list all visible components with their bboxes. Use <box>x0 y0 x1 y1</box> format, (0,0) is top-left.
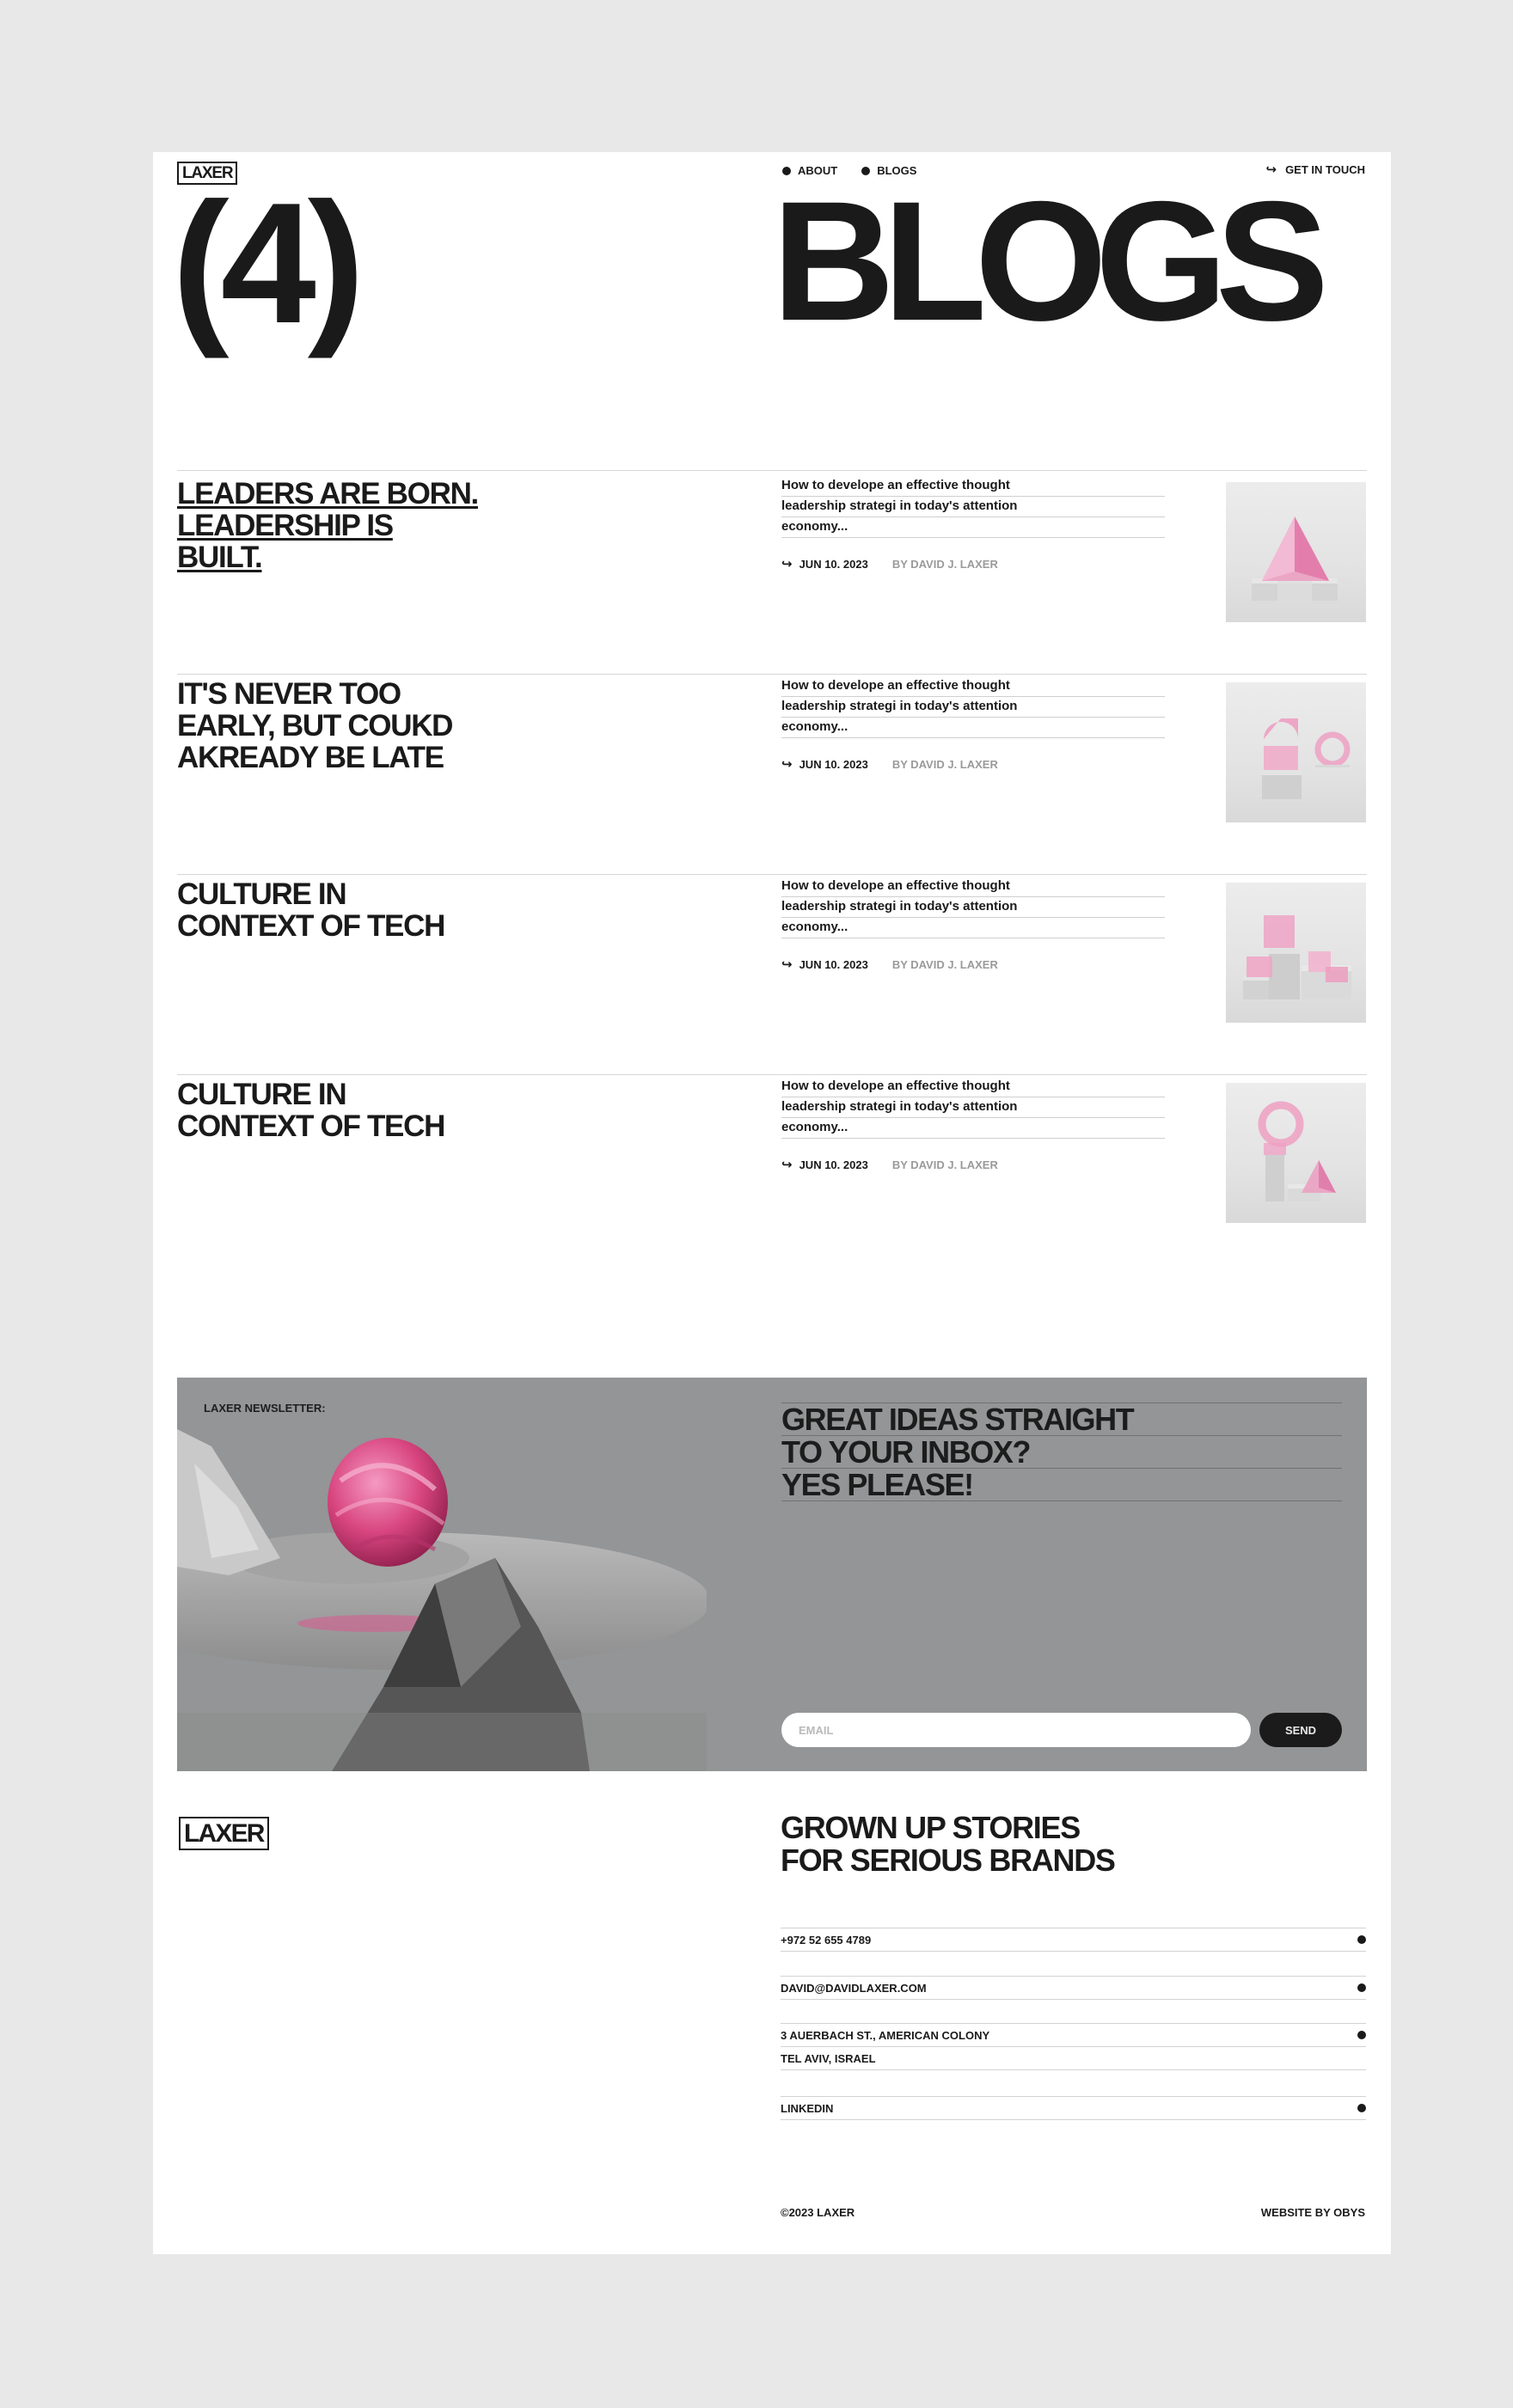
address-line-2: TEL AVIV, ISRAEL <box>781 2051 876 2065</box>
thumb-art <box>1252 516 1338 601</box>
row-divider <box>177 874 1367 875</box>
pink-glass-shapes-stack-image[interactable] <box>1226 682 1366 822</box>
excerpt-line: economy... <box>781 918 1165 938</box>
blog-meta-2: ↪ JUN 10. 2023 BY DAVID J. LAXER <box>781 758 998 771</box>
website-credit-link[interactable]: WEBSITE BY OBYS <box>1261 2206 1365 2219</box>
blog-date: ↪ JUN 10. 2023 <box>781 958 868 971</box>
excerpt-line: economy... <box>781 718 1165 738</box>
blog-title-line: CULTURE IN <box>177 877 347 911</box>
contact-line: LINKEDIN <box>781 2097 1366 2119</box>
contact-line: 3 AUERBACH ST., AMERICAN COLONY <box>781 2024 1366 2046</box>
address-line-1: 3 AUERBACH ST., AMERICAN COLONY <box>781 2028 990 2042</box>
blog-title-line: IT'S NEVER TOO <box>177 677 401 711</box>
blog-date: ↪ JUN 10. 2023 <box>781 558 868 571</box>
pink-glass-ring-tower-image[interactable] <box>1226 1083 1366 1223</box>
thumb-art <box>1243 915 1351 999</box>
blog-title-1[interactable]: LEADERS ARE BORN. LEADERSHIP IS BUILT. <box>177 477 479 574</box>
blog-excerpt-4: How to develope an effective thought lea… <box>781 1077 1165 1139</box>
blog-excerpt-1: How to develope an effective thought lea… <box>781 476 1165 538</box>
blog-meta-4: ↪ JUN 10. 2023 BY DAVID J. LAXER <box>781 1158 998 1171</box>
return-arrow-icon: ↪ <box>781 957 793 972</box>
newsletter-send-button[interactable]: SEND <box>1259 1713 1342 1747</box>
contact-phone[interactable]: +972 52 655 4789 <box>781 1928 1366 1952</box>
blog-meta-3: ↪ JUN 10. 2023 BY DAVID J. LAXER <box>781 958 998 971</box>
contact-line: TEL AVIV, ISRAEL <box>781 2046 1366 2069</box>
bullet-icon <box>1357 2031 1366 2039</box>
newsletter-label: LAXER NEWSLETTER: <box>204 1402 326 1415</box>
footer-logo[interactable]: LAXER <box>179 1817 269 1850</box>
contact-linkedin[interactable]: LINKEDIN <box>781 2096 1366 2120</box>
row-divider <box>177 470 1367 471</box>
newsletter-art <box>177 1429 710 1771</box>
footer-title: GROWN UP STORIES FOR SERIOUS BRANDS <box>781 1810 1116 1878</box>
blog-title-line: EARLY, BUT COUKD <box>177 709 453 743</box>
bullet-icon <box>1357 2104 1366 2112</box>
headline-line: TO YOUR INBOX? <box>781 1435 1342 1468</box>
footer-title-line: GROWN UP STORIES <box>781 1810 1081 1845</box>
blog-title-line: LEADERS ARE BORN. <box>177 477 479 510</box>
blog-date: ↪ JUN 10. 2023 <box>781 758 868 771</box>
blog-excerpt-3: How to develope an effective thought lea… <box>781 877 1165 938</box>
excerpt-line: How to develope an effective thought <box>781 476 1165 497</box>
page-title: BLOGS <box>772 166 1329 356</box>
return-arrow-icon: ↪ <box>781 557 793 571</box>
blog-author: BY DAVID J. LAXER <box>891 1158 998 1171</box>
blog-date-text: JUN 10. 2023 <box>799 1158 868 1171</box>
newsletter-section: LAXER NEWSLETTER: GREAT IDEAS STRAIGHT T… <box>177 1378 1367 1771</box>
blog-title-4[interactable]: CULTURE IN CONTEXT OF TECH <box>177 1078 445 1143</box>
linkedin-text: LINKEDIN <box>781 2101 834 2115</box>
blog-date-text: JUN 10. 2023 <box>799 958 868 971</box>
excerpt-line: leadership strategi in today's attention <box>781 1097 1165 1118</box>
footer-title-line: FOR SERIOUS BRANDS <box>781 1843 1116 1878</box>
page-frame: LAXER ABOUT BLOGS ↪ GET IN TOUCH (4) BLO… <box>153 152 1391 2254</box>
excerpt-line: economy... <box>781 1118 1165 1139</box>
contact-line: DAVID@DAVIDLAXER.COM <box>781 1977 1366 1999</box>
excerpt-line: leadership strategi in today's attention <box>781 897 1165 918</box>
bullet-icon <box>1357 1935 1366 1944</box>
copyright: ©2023 LAXER <box>781 2206 855 2219</box>
phone-text: +972 52 655 4789 <box>781 1933 872 1947</box>
thumb-art <box>1262 718 1351 799</box>
row-divider <box>177 1074 1367 1075</box>
blog-title-line: LEADERSHIP IS <box>177 509 394 542</box>
headline-line: YES PLEASE! <box>781 1468 1342 1501</box>
excerpt-line: leadership strategi in today's attention <box>781 497 1165 517</box>
excerpt-line: economy... <box>781 517 1165 538</box>
blog-author: BY DAVID J. LAXER <box>891 758 998 771</box>
row-divider <box>177 674 1367 675</box>
blog-author: BY DAVID J. LAXER <box>891 958 998 971</box>
blog-date: ↪ JUN 10. 2023 <box>781 1158 868 1171</box>
blog-excerpt-2: How to develope an effective thought lea… <box>781 676 1165 738</box>
contact-email[interactable]: DAVID@DAVIDLAXER.COM <box>781 1976 1366 2000</box>
pink-glass-cubes-image[interactable] <box>1226 883 1366 1023</box>
pink-glass-pyramid-image[interactable] <box>1226 482 1366 622</box>
blog-date-text: JUN 10. 2023 <box>799 758 868 771</box>
newsletter-email-input[interactable] <box>781 1713 1251 1747</box>
blog-count: (4) <box>172 168 364 359</box>
newsletter-headline: GREAT IDEAS STRAIGHT TO YOUR INBOX? YES … <box>781 1403 1342 1501</box>
blog-title-line: AKREADY BE LATE <box>177 741 444 774</box>
bullet-icon <box>1357 1983 1366 1992</box>
blog-title-3[interactable]: CULTURE IN CONTEXT OF TECH <box>177 877 445 943</box>
contact-line: +972 52 655 4789 <box>781 1928 1366 1951</box>
blog-title-line: CULTURE IN <box>177 1078 347 1111</box>
blog-meta-1: ↪ JUN 10. 2023 BY DAVID J. LAXER <box>781 558 998 571</box>
blog-author: BY DAVID J. LAXER <box>891 558 998 571</box>
headline-line: GREAT IDEAS STRAIGHT <box>781 1403 1342 1435</box>
return-arrow-icon: ↪ <box>781 757 793 772</box>
blog-date-text: JUN 10. 2023 <box>799 558 868 571</box>
blog-title-line: CONTEXT OF TECH <box>177 909 445 943</box>
pink-sphere-on-rock-platform-image <box>177 1429 710 1771</box>
email-text: DAVID@DAVIDLAXER.COM <box>781 1981 927 1995</box>
return-arrow-icon: ↪ <box>781 1158 793 1172</box>
blog-title-line: BUILT. <box>177 541 263 574</box>
excerpt-line: How to develope an effective thought <box>781 1077 1165 1097</box>
excerpt-line: How to develope an effective thought <box>781 877 1165 897</box>
blog-title-line: CONTEXT OF TECH <box>177 1109 445 1143</box>
thumb-art <box>1258 1101 1336 1201</box>
excerpt-line: leadership strategi in today's attention <box>781 697 1165 718</box>
blog-title-2[interactable]: IT'S NEVER TOO EARLY, BUT COUKD AKREADY … <box>177 677 453 774</box>
contact-address[interactable]: 3 AUERBACH ST., AMERICAN COLONY TEL AVIV… <box>781 2023 1366 2070</box>
excerpt-line: How to develope an effective thought <box>781 676 1165 697</box>
